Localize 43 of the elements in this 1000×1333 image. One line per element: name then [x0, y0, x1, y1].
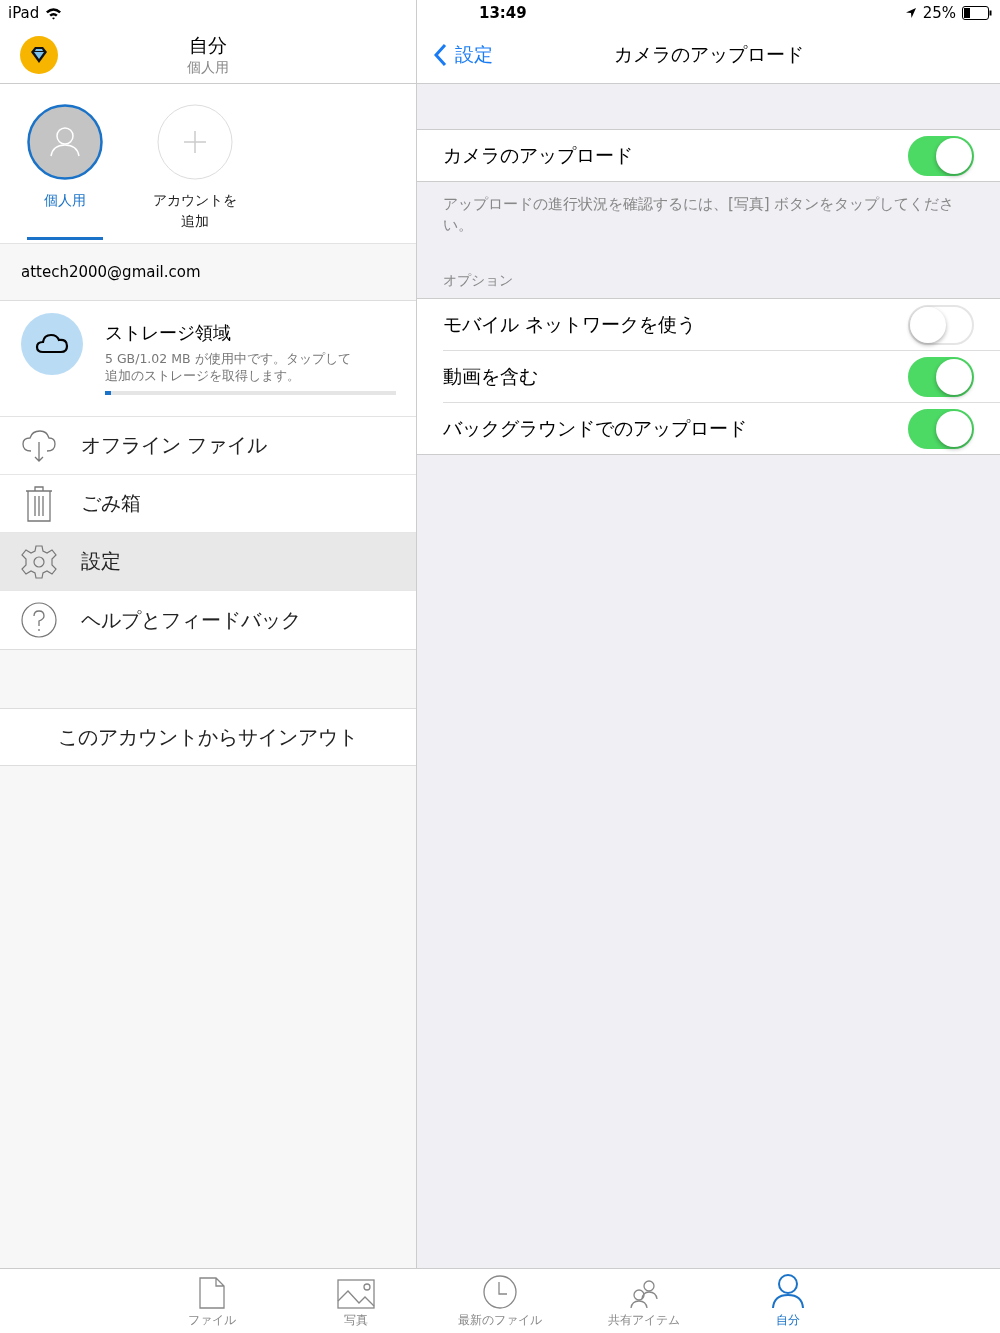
cloud-download-icon — [21, 428, 57, 463]
sign-out-button[interactable]: このアカウントからサインアウト — [0, 708, 416, 766]
location-arrow-icon — [904, 7, 917, 19]
toggle-switch[interactable] — [908, 135, 974, 176]
diamond-badge-icon[interactable] — [20, 35, 58, 74]
person-icon — [771, 1273, 805, 1309]
account-tab[interactable]: 個人用 — [27, 104, 103, 240]
battery-percent: 25% — [922, 4, 956, 22]
menu-item[interactable]: 設定 — [0, 533, 416, 591]
device-name: iPad — [8, 4, 40, 22]
cloud-icon — [21, 313, 83, 375]
chevron-left-icon — [433, 42, 447, 67]
person-avatar-icon — [27, 104, 103, 180]
wifi-icon — [45, 6, 63, 20]
page-title: カメラのアップロード — [613, 41, 804, 67]
toggle-switch[interactable] — [908, 408, 974, 449]
account-tab[interactable]: アカウントを追加 — [145, 104, 245, 240]
image-icon — [337, 1279, 375, 1309]
battery-icon — [962, 6, 992, 20]
tab-bar-item[interactable]: 写真 — [284, 1269, 428, 1333]
panel-title: 自分 — [188, 32, 228, 58]
panel-subtitle: 個人用 — [186, 58, 230, 77]
storage-title: ストレージ領域 — [105, 321, 232, 345]
tab-bar-item[interactable]: 自分 — [716, 1269, 860, 1333]
setting-label: カメラのアップロード — [443, 142, 633, 168]
tab-bar-item[interactable]: ファイル — [140, 1269, 284, 1333]
document-icon — [199, 1277, 225, 1309]
status-time: 13:49 — [479, 4, 527, 22]
clock-icon — [483, 1275, 517, 1309]
toggle-switch[interactable] — [908, 356, 974, 397]
back-button[interactable]: 設定 — [417, 41, 493, 68]
tab-bar-item[interactable]: 共有アイテム — [572, 1269, 716, 1333]
footnote-text: アップロードの進行状況を確認するには、[写真] ボタンをタップしてください。 — [442, 194, 956, 236]
help-icon — [21, 602, 57, 638]
settings-icon — [21, 543, 57, 580]
tab-bar-item[interactable]: 最新のファイル — [428, 1269, 572, 1333]
storage-usage-text: 5 GB/1.02 MB が使用中です。タップして追加のストレージを取得します。 — [105, 350, 352, 384]
plus-circle-icon — [157, 104, 233, 180]
setting-label: バックグラウンドでのアップロード — [443, 415, 747, 441]
people-icon — [630, 1279, 658, 1309]
setting-label: 動画を含む — [443, 363, 538, 389]
setting-label: モバイル ネットワークを使う — [443, 311, 697, 337]
section-header: オプション — [442, 271, 514, 290]
